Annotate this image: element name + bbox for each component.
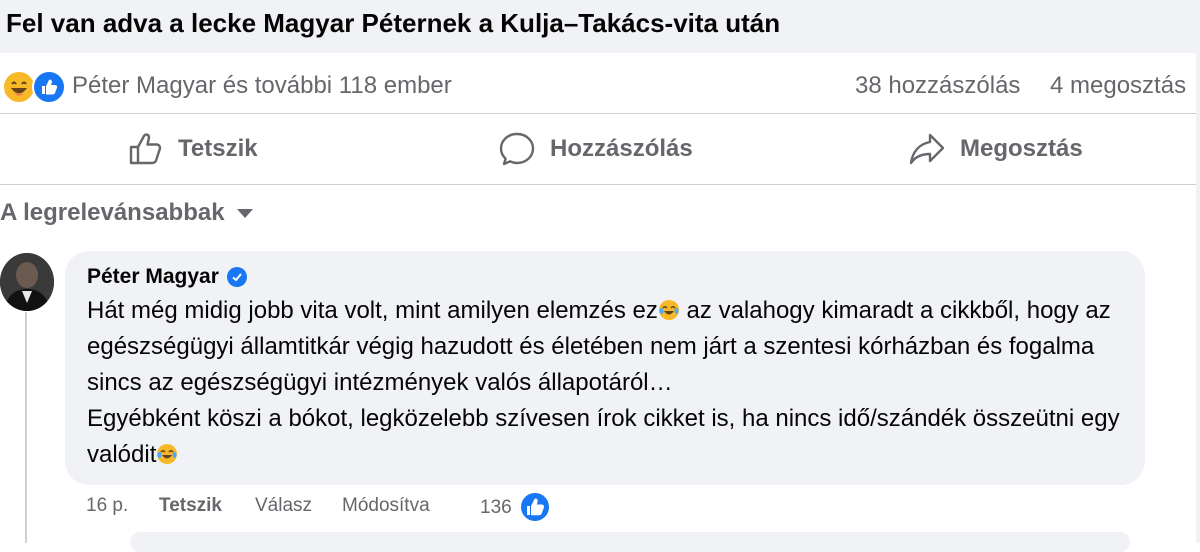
caret-down-icon [236, 208, 253, 218]
crying-laughing-emoji-icon [157, 444, 178, 464]
verified-badge-icon [226, 267, 247, 287]
divider [0, 113, 1200, 114]
thumbs-up-icon [129, 133, 162, 165]
shares-count[interactable]: 4 megosztás [1050, 72, 1186, 100]
avatar[interactable] [0, 253, 54, 311]
comment-sort-dropdown[interactable]: A legrelevánsabbak [0, 199, 253, 227]
comment-text-part: Egyébként köszi a bókot, legközelebb szí… [87, 405, 1120, 468]
sort-label: A legrelevánsabbak [0, 199, 225, 226]
comment-edited-label[interactable]: Módosítva [342, 495, 430, 517]
comment-time[interactable]: 16 p. [86, 495, 128, 517]
divider [0, 184, 1200, 185]
comment-likes-count[interactable]: 136 [480, 497, 512, 519]
post-title[interactable]: Fel van adva a lecke Magyar Péternek a K… [6, 8, 780, 39]
like-button-label: Tetszik [178, 135, 258, 162]
reaction-names[interactable]: Péter Magyar és további 118 ember [72, 72, 452, 100]
comments-count[interactable]: 38 hozzászólás [855, 72, 1020, 100]
like-reaction-icon [32, 70, 66, 104]
comment-reply-link[interactable]: Válasz [255, 495, 312, 517]
comment-bubble: Péter Magyar Hát még midig jobb vita vol… [65, 251, 1145, 485]
thread-line [25, 312, 27, 543]
comment-like-link[interactable]: Tetszik [159, 495, 222, 517]
comment-text: Hát még midig jobb vita volt, mint amily… [87, 293, 1137, 473]
next-comment-bubble [130, 532, 1130, 552]
post-action-bar: Tetszik Hozzászólás Megosztás [0, 115, 1200, 183]
like-button[interactable]: Tetszik [128, 129, 258, 169]
comment-author[interactable]: Péter Magyar [87, 265, 247, 289]
comment-button-label: Hozzászólás [550, 135, 693, 162]
share-button-label: Megosztás [960, 135, 1083, 162]
like-reaction-icon[interactable] [518, 490, 552, 530]
share-arrow-icon [909, 133, 945, 165]
reaction-stats: Péter Magyar és további 118 ember 38 hoz… [0, 55, 1200, 113]
scrollbar[interactable] [1196, 0, 1200, 543]
comment-text-part: Hát még midig jobb vita volt, mint amily… [87, 297, 658, 324]
reaction-icons[interactable] [0, 70, 66, 104]
crying-laughing-emoji-icon [658, 300, 679, 320]
share-button[interactable]: Megosztás [908, 129, 1083, 169]
haha-reaction-icon [2, 70, 36, 104]
post-title-bar: Fel van adva a lecke Magyar Péternek a K… [0, 0, 1200, 53]
author-name: Péter Magyar [87, 265, 219, 288]
comment-bubble-icon [499, 132, 535, 166]
comment-button[interactable]: Hozzászólás [498, 129, 693, 169]
